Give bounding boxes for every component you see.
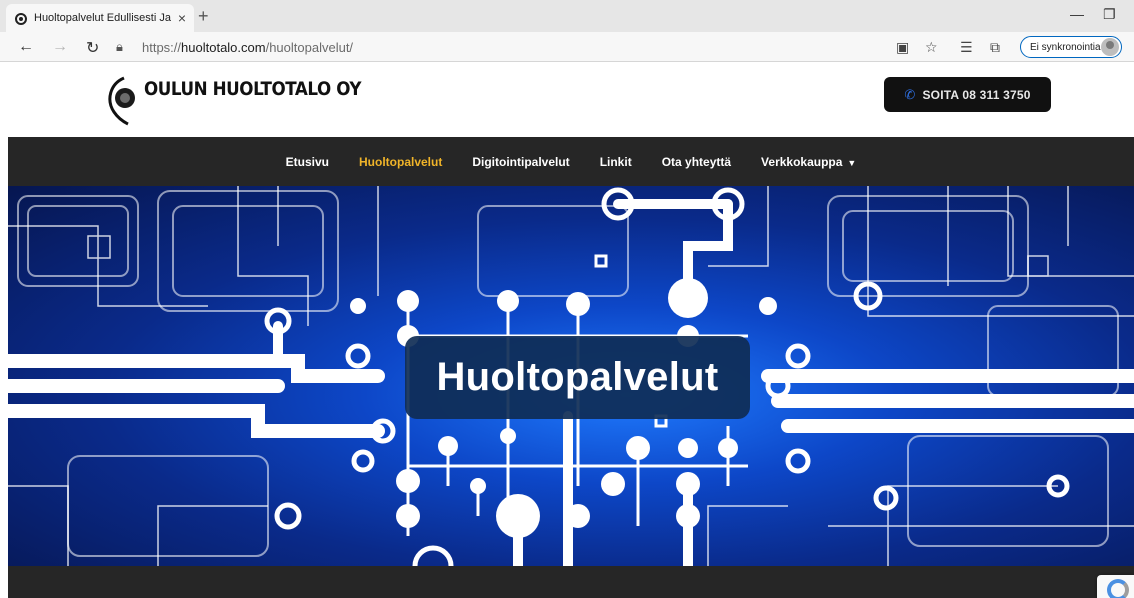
browser-toolbar: ← → ↻ 🔒︎ https:// huoltotalo.com /huolto…	[0, 32, 1134, 62]
logo-text: OULUN HUOLTOTALO OY	[144, 78, 362, 100]
favorites-list-icon[interactable]: ☰	[960, 39, 973, 56]
restore-icon[interactable]: ❐	[1103, 6, 1116, 23]
page-title: Huoltopalvelut	[405, 336, 750, 419]
chevron-down-icon: ▼	[847, 157, 857, 168]
lock-icon: 🔒︎	[116, 39, 123, 54]
avatar	[1101, 38, 1119, 56]
sync-label: Ei synkronointia	[1030, 41, 1101, 53]
url-host: huoltotalo.com	[181, 39, 266, 55]
favorite-star-icon[interactable]: ☆	[925, 39, 938, 56]
call-button[interactable]: ✆ SOITA 08 311 3750	[884, 77, 1051, 112]
profile-sync-button[interactable]: Ei synkronointia	[1020, 36, 1122, 58]
new-tab-icon[interactable]: +	[198, 6, 209, 26]
site-header: OULUN HUOLTOTALO OY ✆ SOITA 08 311 3750	[0, 62, 1134, 136]
nav-item-verkkokauppa[interactable]: Verkkokauppa ▼	[761, 155, 856, 169]
content-dark-band	[8, 566, 1134, 598]
phone-icon: ✆	[904, 86, 916, 102]
main-navigation: Etusivu Huoltopalvelut Digitointipalvelu…	[8, 137, 1134, 186]
browser-tab[interactable]: Huoltopalvelut Edullisesti Ja Amm ×	[6, 4, 194, 32]
back-arrow-icon[interactable]: ←	[18, 38, 34, 56]
nav-item-etusivu[interactable]: Etusivu	[286, 155, 329, 169]
recaptcha-badge[interactable]	[1097, 575, 1134, 598]
url-path: /huoltopalvelut/	[265, 39, 354, 55]
nav-item-huoltopalvelut[interactable]: Huoltopalvelut	[359, 155, 442, 169]
recaptcha-icon	[1107, 579, 1129, 598]
site-logo[interactable]: OULUN HUOLTOTALO OY	[104, 72, 391, 128]
browser-tab-bar: Huoltopalvelut Edullisesti Ja Amm × + — …	[0, 0, 1134, 32]
url-scheme: https://	[142, 39, 182, 55]
close-tab-icon[interactable]: ×	[178, 10, 186, 26]
collections-icon[interactable]: ⧉	[990, 39, 1000, 56]
tab-title: Huoltopalvelut Edullisesti Ja Amm	[34, 12, 172, 24]
site-favicon-icon	[15, 13, 27, 25]
nav-item-linkit[interactable]: Linkit	[600, 155, 632, 169]
hero-banner: Huoltopalvelut	[8, 186, 1134, 566]
call-button-label: SOITA 08 311 3750	[922, 87, 1031, 102]
forward-arrow-icon[interactable]: →	[52, 38, 68, 56]
nav-item-digitointipalvelut[interactable]: Digitointipalvelut	[472, 155, 569, 169]
refresh-icon[interactable]: ↻	[86, 38, 99, 58]
nav-item-ota-yhteytta[interactable]: Ota yhteyttä	[662, 155, 731, 169]
nav-item-verkkokauppa-label: Verkkokauppa	[761, 154, 843, 169]
reader-view-icon[interactable]: ▣	[896, 39, 909, 56]
minimize-icon[interactable]: —	[1070, 6, 1084, 22]
address-bar[interactable]: 🔒︎ https:// huoltotalo.com /huoltopalvel…	[116, 36, 886, 58]
logo-mark-icon	[108, 76, 135, 126]
